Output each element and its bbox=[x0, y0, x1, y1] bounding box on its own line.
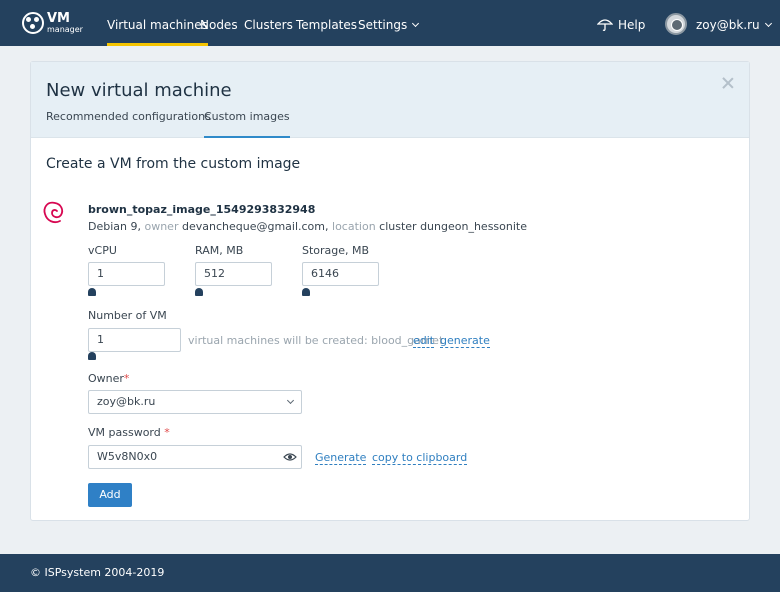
nav-templates[interactable]: Templates bbox=[296, 0, 357, 46]
add-button[interactable]: Add bbox=[88, 483, 132, 507]
required-mark: * bbox=[123, 372, 130, 385]
debian-icon bbox=[43, 201, 64, 224]
chevron-down-icon bbox=[412, 19, 420, 28]
ram-slider-handle[interactable] bbox=[195, 288, 203, 296]
footer: © ISPsystem 2004-2019 bbox=[0, 554, 780, 592]
chevron-down-icon bbox=[286, 396, 295, 405]
password-value: W5v8N0x0 bbox=[97, 450, 158, 463]
owner-label: Owner* bbox=[88, 372, 130, 385]
owner-select[interactable]: zoy@bk.ru bbox=[88, 390, 302, 414]
password-label: VM password * bbox=[88, 426, 170, 439]
vm-count-label: Number of VM bbox=[88, 309, 167, 322]
page-title: New virtual machine bbox=[46, 80, 232, 101]
image-owner: devancheque@gmail.com, bbox=[181, 220, 329, 233]
logo-subtitle: manager bbox=[47, 24, 83, 34]
section-title: Create a VM from the custom image bbox=[46, 156, 301, 172]
help-link[interactable]: Help bbox=[596, 0, 645, 46]
required-mark: * bbox=[164, 426, 170, 439]
ram-label: RAM, MB bbox=[195, 244, 244, 257]
panel-header: New virtual machine Recommended configur… bbox=[31, 62, 749, 138]
umbrella-icon bbox=[596, 19, 614, 31]
vm-manager-logo[interactable]: VM manager bbox=[22, 11, 83, 35]
generate-names-link[interactable]: generate bbox=[440, 334, 490, 348]
image-name: brown_topaz_image_1549293832948 bbox=[88, 203, 316, 216]
nav-clusters[interactable]: Clusters bbox=[244, 0, 293, 46]
logo-icon bbox=[22, 12, 44, 34]
vm-count-input[interactable]: 1 bbox=[88, 328, 181, 352]
copy-to-clipboard-link[interactable]: copy to clipboard bbox=[372, 451, 468, 465]
close-icon[interactable] bbox=[721, 76, 735, 90]
storage-slider-handle[interactable] bbox=[302, 288, 310, 296]
nav-virtual-machines[interactable]: Virtual machines bbox=[107, 0, 208, 46]
vcpu-input[interactable]: 1 bbox=[88, 262, 165, 286]
vm-names-hint: virtual machines will be created: blood_… bbox=[188, 334, 444, 347]
image-details: Debian 9, owner devancheque@gmail.com, l… bbox=[88, 220, 527, 233]
tab-recommended-configurations[interactable]: Recommended configurations bbox=[46, 110, 211, 138]
ram-input[interactable]: 512 bbox=[195, 262, 272, 286]
image-location: cluster dungeon_hessonite bbox=[379, 220, 527, 233]
edit-names-link[interactable]: edit bbox=[413, 334, 435, 348]
new-vm-panel: New virtual machine Recommended configur… bbox=[30, 61, 750, 521]
nav-settings[interactable]: Settings bbox=[358, 0, 420, 46]
vcpu-label: vCPU bbox=[88, 244, 117, 257]
user-avatar[interactable] bbox=[665, 13, 687, 35]
location-label: location bbox=[332, 220, 376, 233]
copyright: © ISPsystem 2004-2019 bbox=[30, 566, 165, 579]
eye-icon[interactable] bbox=[283, 452, 297, 462]
logo-title: VM bbox=[47, 10, 70, 26]
chevron-down-icon bbox=[764, 19, 772, 28]
top-navigation: VM manager Virtual machines Nodes Cluste… bbox=[0, 0, 780, 46]
tab-custom-images[interactable]: Custom images bbox=[204, 110, 290, 138]
image-os: Debian 9, bbox=[88, 220, 141, 233]
storage-input[interactable]: 6146 bbox=[302, 262, 379, 286]
storage-label: Storage, MB bbox=[302, 244, 370, 257]
generate-password-link[interactable]: Generate bbox=[315, 451, 367, 465]
user-menu[interactable]: zoy@bk.ru bbox=[696, 0, 772, 46]
owner-select-value: zoy@bk.ru bbox=[97, 395, 156, 408]
password-input[interactable]: W5v8N0x0 bbox=[88, 445, 302, 469]
owner-label: owner bbox=[144, 220, 179, 233]
vm-count-slider-handle[interactable] bbox=[88, 352, 96, 360]
nav-nodes[interactable]: Nodes bbox=[200, 0, 238, 46]
vcpu-slider-handle[interactable] bbox=[88, 288, 96, 296]
